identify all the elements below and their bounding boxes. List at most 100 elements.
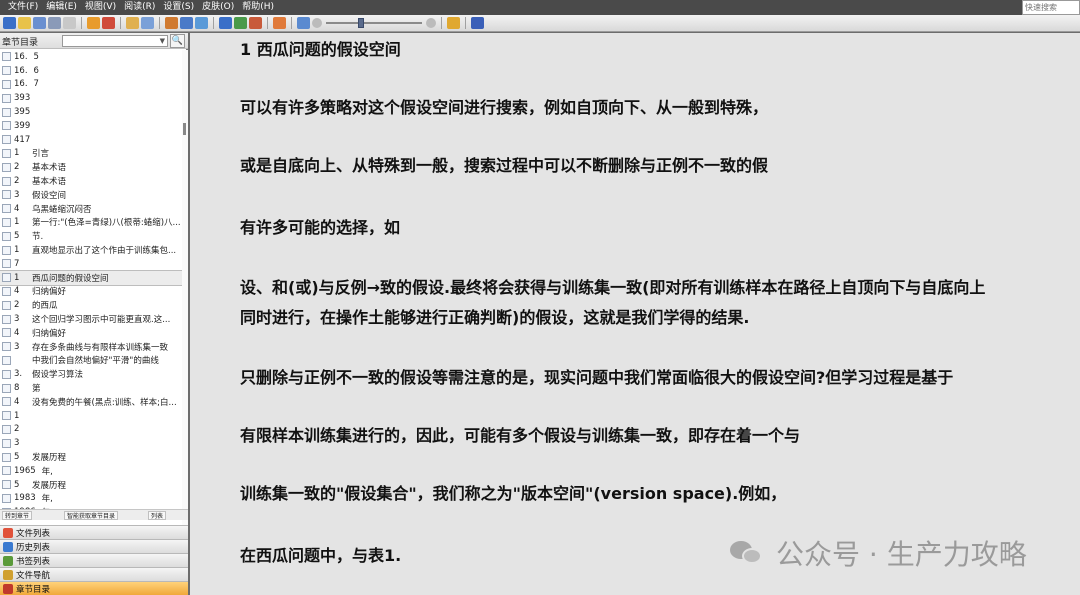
toc-item[interactable]: 中我们会自然地偏好"平滑"的曲线 bbox=[0, 354, 182, 368]
toc-item[interactable]: 4 归纳偏好 bbox=[0, 326, 182, 340]
toc-item-number: 1983 bbox=[14, 493, 36, 504]
smart-get-toc-button[interactable]: 智能获取章节目录 bbox=[64, 511, 119, 520]
zoom-slider[interactable] bbox=[326, 17, 422, 29]
back-icon[interactable] bbox=[87, 17, 100, 29]
toc-item-number: 5 bbox=[14, 452, 20, 462]
toc-item[interactable]: 7 bbox=[0, 257, 182, 271]
toc-item[interactable]: 3 存在多条曲线与有限样本训练集一致 bbox=[0, 340, 182, 354]
bookmark-icon[interactable] bbox=[126, 17, 139, 29]
toc-item[interactable]: 5 发展历程 bbox=[0, 478, 182, 492]
search-icon[interactable]: 🔍 bbox=[170, 34, 185, 48]
columns-icon[interactable] bbox=[297, 17, 310, 29]
panel-tab[interactable]: 章节目录 bbox=[0, 581, 188, 595]
menu-read[interactable]: 阅读(R) bbox=[120, 0, 159, 15]
save-icon[interactable] bbox=[33, 17, 46, 29]
toc-item[interactable]: 16. 5 bbox=[0, 50, 182, 64]
page-icon[interactable] bbox=[63, 17, 76, 29]
toolbar-separator bbox=[81, 17, 82, 29]
panel-tab[interactable]: 历史列表 bbox=[0, 539, 188, 553]
home-icon[interactable] bbox=[3, 17, 16, 29]
goto-chapter-button[interactable]: 转到章节 bbox=[2, 511, 33, 520]
toc-item[interactable]: 1983 年, bbox=[0, 492, 182, 506]
page-icon bbox=[2, 176, 11, 186]
left-panel: 章节目录 ▼ 🔍 16. 5 16. 6 16. 7 393 395 399 417 1 引言 2 基本术… bbox=[0, 33, 188, 595]
content-paragraph: 只删除与正例不一致的假设等需注意的是，现实问题中我们常面临很大的假设空间?但学习… bbox=[240, 368, 954, 387]
screen-icon[interactable] bbox=[234, 17, 247, 29]
chevron-down-icon[interactable]: ▼ bbox=[160, 37, 165, 45]
menu-view[interactable]: 视图(V) bbox=[81, 0, 120, 15]
toc-item[interactable]: 1 引言 bbox=[0, 147, 182, 161]
toc-item-label: 乌黑蜷缩沉闷否 bbox=[32, 204, 92, 215]
toc-item[interactable]: 1 第一行:"(色泽=青绿)八(根蒂:蜷缩)八... bbox=[0, 216, 182, 230]
toc-item[interactable]: 3 假设空间 bbox=[0, 188, 182, 202]
toc-item[interactable]: 2 基本术语 bbox=[0, 174, 182, 188]
quick-search-input[interactable] bbox=[1022, 0, 1080, 15]
menu-settings[interactable]: 设置(S) bbox=[159, 0, 198, 15]
toc-item[interactable]: 1 直观地显示出了这个作由于训练集包... bbox=[0, 243, 182, 257]
toc-item[interactable]: 8第 bbox=[0, 381, 182, 395]
panel-tab[interactable]: 文件列表 bbox=[0, 525, 188, 539]
toc-item[interactable]: 1 西瓜问题的假设空间 bbox=[0, 269, 182, 286]
toc-item[interactable]: 1965 年, bbox=[0, 464, 182, 478]
page-icon bbox=[2, 369, 11, 379]
panel-tab[interactable]: 文件导航 bbox=[0, 567, 188, 581]
zoom-slider-thumb[interactable] bbox=[357, 18, 364, 28]
refresh-icon[interactable] bbox=[165, 17, 178, 29]
panel-tab[interactable]: 书签列表 bbox=[0, 553, 188, 567]
page-icon bbox=[2, 328, 11, 338]
menu-help[interactable]: 帮助(H) bbox=[238, 0, 278, 15]
toc-item-label: 假设空间 bbox=[32, 190, 67, 201]
zoom-in-icon[interactable] bbox=[426, 18, 436, 28]
open-folder-icon[interactable] bbox=[18, 17, 31, 29]
toc-item-number: 5 bbox=[14, 231, 20, 242]
toc-item-number: 1 bbox=[14, 272, 20, 283]
toc-item[interactable]: 399 bbox=[0, 119, 182, 133]
toc-item[interactable]: 1 bbox=[0, 409, 182, 423]
forward-icon[interactable] bbox=[102, 17, 115, 29]
toc-item[interactable]: 4 归纳偏好 bbox=[0, 285, 182, 299]
toc-item[interactable]: 5 节. bbox=[0, 229, 182, 243]
page-icon bbox=[2, 148, 11, 158]
fullscreen-icon[interactable] bbox=[219, 17, 232, 29]
toc-item[interactable]: 4 乌黑蜷缩沉闷否 bbox=[0, 202, 182, 216]
layout-icon[interactable] bbox=[195, 17, 208, 29]
toc-item-label: 年, bbox=[41, 494, 53, 505]
toc-item[interactable]: 16. 6 bbox=[0, 64, 182, 78]
toc-item-number: 3 bbox=[14, 341, 20, 352]
download-icon[interactable] bbox=[273, 17, 286, 29]
menu-skin[interactable]: 皮肤(O) bbox=[198, 0, 238, 15]
toc-item[interactable]: 2 bbox=[0, 423, 182, 437]
toc-item[interactable]: 4 没有免费的午餐(黑点:训练、样本;白... bbox=[0, 395, 182, 409]
toc-item-number: 3 bbox=[14, 189, 20, 200]
print-icon[interactable] bbox=[48, 17, 61, 29]
toc-item[interactable]: 3 这个回归学习图示中可能更直观.这... bbox=[0, 312, 182, 326]
toc-item-label: 发展历程 bbox=[32, 453, 67, 463]
reading-area[interactable]: 公众号 · 生产力攻略 1 西瓜问题的假设空间 可以有许多策略对这个假设空间进行搜… bbox=[190, 33, 1080, 595]
toc-item-number: 16. bbox=[14, 65, 28, 76]
toc-scrollbar-thumb[interactable] bbox=[183, 123, 186, 135]
hand-icon[interactable] bbox=[447, 17, 460, 29]
toc-item[interactable]: 2 基本术语 bbox=[0, 160, 182, 174]
menu-file[interactable]: 文件(F) bbox=[0, 0, 42, 15]
toc-item[interactable]: 3 bbox=[0, 436, 182, 450]
zoom-out-icon[interactable] bbox=[312, 18, 322, 28]
toc-title: 章节目录 bbox=[2, 38, 39, 48]
toolbar-separator bbox=[213, 17, 214, 29]
sync-icon[interactable] bbox=[180, 17, 193, 29]
toc-item[interactable]: 395 bbox=[0, 105, 182, 119]
menu-edit[interactable]: 编辑(E) bbox=[42, 0, 81, 15]
toc-scrollbar[interactable] bbox=[182, 50, 188, 540]
toc-bottom-bar: 转到章节 智能获取章节目录 列表 bbox=[0, 509, 188, 520]
toc-item[interactable]: 393 bbox=[0, 91, 182, 105]
toc-item[interactable]: 16. 7 bbox=[0, 78, 182, 92]
list-button[interactable]: 列表 bbox=[148, 511, 167, 520]
toc-item[interactable]: 2 的西瓜 bbox=[0, 298, 182, 312]
toc-item[interactable]: 3. 假设学习算法 bbox=[0, 367, 182, 381]
settings-icon[interactable] bbox=[471, 17, 484, 29]
toc-item[interactable]: 417 bbox=[0, 133, 182, 147]
toc-item[interactable]: 5 发展历程 bbox=[0, 450, 182, 464]
record-icon[interactable] bbox=[249, 17, 262, 29]
find-icon[interactable] bbox=[141, 17, 154, 29]
toolbar-separator bbox=[267, 17, 268, 29]
toc-search-input[interactable]: ▼ bbox=[62, 35, 168, 47]
